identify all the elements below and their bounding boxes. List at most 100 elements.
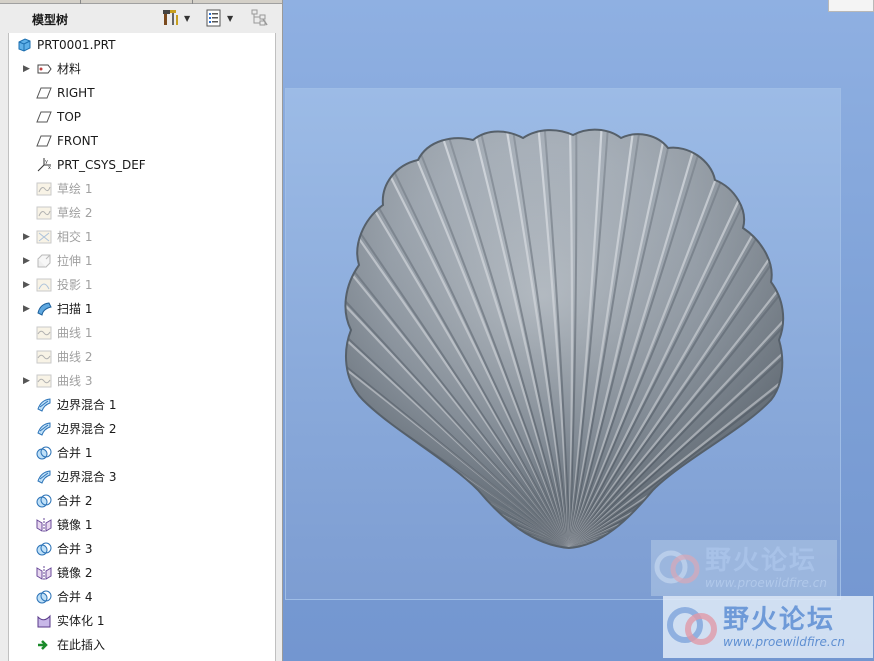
tree-item[interactable]: 曲线 1 <box>9 321 275 345</box>
expand-arrow-icon[interactable]: ▶ <box>23 225 33 249</box>
tree-item[interactable]: 草绘 2 <box>9 201 275 225</box>
merge-icon <box>36 541 52 557</box>
tree-filter-icon <box>251 9 268 26</box>
tree-item-label: RIGHT <box>57 86 95 100</box>
tree-item[interactable]: 在此插入 <box>9 633 275 657</box>
model-tree-panel: 模型树 ▼ ▼ PRT0001.PRT ▶ 材料 RIGHT TOP FRONT… <box>0 0 282 661</box>
tree-item[interactable]: 草绘 1 <box>9 177 275 201</box>
expand-arrow-icon[interactable]: ▶ <box>23 369 33 393</box>
chevron-down-icon: ▼ <box>227 13 234 23</box>
tree-item[interactable]: 边界混合 2 <box>9 417 275 441</box>
ribbon-logo-icon <box>667 607 717 645</box>
curve-icon <box>36 325 52 341</box>
tree-item-label: TOP <box>57 110 82 124</box>
boundary-blend-icon <box>36 469 52 485</box>
watermark-title: 野火论坛 <box>723 605 836 635</box>
show-list-icon <box>206 9 221 27</box>
tree-item-label: 材料 <box>57 62 82 76</box>
expand-arrow-icon[interactable]: ▶ <box>23 249 33 273</box>
tree-item-label: FRONT <box>57 134 98 148</box>
tree-item[interactable]: 镜像 1 <box>9 513 275 537</box>
curve-icon <box>36 349 52 365</box>
boundary-blend-icon <box>36 397 52 413</box>
tree-item-label: 草绘 2 <box>57 206 93 220</box>
tree-item-label: 实体化 1 <box>57 614 105 628</box>
sketch-icon <box>36 205 52 221</box>
insert-here-icon <box>36 637 52 653</box>
tree-item[interactable]: y x PRT_CSYS_DEF <box>9 153 275 177</box>
project-icon <box>36 277 52 293</box>
tree-item-label: 投影 1 <box>57 278 93 292</box>
chevron-down-icon: ▼ <box>184 13 191 23</box>
tree-item[interactable]: ▶ 材料 <box>9 57 275 81</box>
watermark-url: www.proewildfire.cn <box>705 576 827 590</box>
tree-item-label: 曲线 3 <box>57 374 93 388</box>
tree-item-label: 草绘 1 <box>57 182 93 196</box>
tree-item[interactable]: ▶ 相交 1 <box>9 225 275 249</box>
tree-item-label: 合并 1 <box>57 446 93 460</box>
expand-arrow-icon[interactable]: ▶ <box>23 273 33 297</box>
tree-item-label: 相交 1 <box>57 230 93 244</box>
model-tree-list: PRT0001.PRT ▶ 材料 RIGHT TOP FRONT y x PRT_CSYS_DE… <box>9 33 275 657</box>
datum-plane-icon <box>36 133 52 149</box>
tree-item-label: PRT_CSYS_DEF <box>57 158 146 172</box>
tree-item[interactable]: 边界混合 3 <box>9 465 275 489</box>
tree-item[interactable]: 镜像 2 <box>9 561 275 585</box>
ribbon-logo-icon <box>654 550 700 584</box>
material-icon <box>36 61 52 77</box>
watermark-text: 野火论坛 www.proewildfire.cn <box>723 605 845 649</box>
tree-item[interactable]: ▶ 投影 1 <box>9 273 275 297</box>
model-tree-header: 模型树 ▼ ▼ <box>0 4 282 32</box>
view-control-widget[interactable] <box>828 0 874 12</box>
model-tree-title: 模型树 <box>32 13 69 27</box>
tree-item-label: 扫描 1 <box>57 302 93 316</box>
settings-tools-icon <box>163 10 178 25</box>
tree-item[interactable]: TOP <box>9 105 275 129</box>
tree-item-label: 镜像 1 <box>57 518 93 532</box>
shell-outline <box>344 128 785 549</box>
graphics-window[interactable]: 野火论坛 www.proewildfire.cn 野火论坛 www.proewi… <box>282 0 874 661</box>
merge-icon <box>36 493 52 509</box>
watermark: 野火论坛 www.proewildfire.cn <box>663 596 873 658</box>
tree-item[interactable]: 合并 1 <box>9 441 275 465</box>
tree-item-label: 边界混合 2 <box>57 422 117 436</box>
mirror-icon <box>36 517 52 533</box>
watermark: 野火论坛 www.proewildfire.cn <box>651 540 837 596</box>
tree-item-label: 镜像 2 <box>57 566 93 580</box>
datum-plane-icon <box>36 109 52 125</box>
tree-item[interactable]: 曲线 2 <box>9 345 275 369</box>
tree-item-label: PRT0001.PRT <box>37 38 116 52</box>
solidify-icon <box>36 613 52 629</box>
tree-item-label: 合并 3 <box>57 542 93 556</box>
tree-item[interactable]: 合并 4 <box>9 585 275 609</box>
merge-icon <box>36 589 52 605</box>
tree-item-label: 拉伸 1 <box>57 254 93 268</box>
tree-item[interactable]: ▶ 拉伸 1 <box>9 249 275 273</box>
tree-root-item[interactable]: PRT0001.PRT <box>9 33 275 57</box>
tree-item[interactable]: 合并 2 <box>9 489 275 513</box>
tree-filter-button[interactable] <box>250 8 270 28</box>
tree-item[interactable]: FRONT <box>9 129 275 153</box>
tree-item[interactable]: RIGHT <box>9 81 275 105</box>
tree-item[interactable]: ▶ 扫描 1 <box>9 297 275 321</box>
expand-arrow-icon[interactable]: ▶ <box>23 57 33 81</box>
model-tree-list-area[interactable]: PRT0001.PRT ▶ 材料 RIGHT TOP FRONT y x PRT_CSYS_DE… <box>8 33 276 661</box>
sketch-icon <box>36 181 52 197</box>
svg-text:x: x <box>48 165 51 171</box>
tree-item-label: 曲线 2 <box>57 350 93 364</box>
sweep-icon <box>36 301 52 317</box>
expand-arrow-icon[interactable]: ▶ <box>23 297 33 321</box>
show-button[interactable]: ▼ <box>205 8 233 28</box>
watermark-title: 野火论坛 <box>705 546 818 576</box>
tree-item[interactable]: 边界混合 1 <box>9 393 275 417</box>
mirror-icon <box>36 565 52 581</box>
settings-button[interactable]: ▼ <box>162 8 190 28</box>
boundary-blend-icon <box>36 421 52 437</box>
tree-item[interactable]: ▶ 曲线 3 <box>9 369 275 393</box>
tree-item-label: 边界混合 3 <box>57 470 117 484</box>
intersect-icon <box>36 229 52 245</box>
tree-item-label: 边界混合 1 <box>57 398 117 412</box>
csys-icon: yx <box>36 157 52 173</box>
tree-item[interactable]: 实体化 1 <box>9 609 275 633</box>
tree-item[interactable]: 合并 3 <box>9 537 275 561</box>
